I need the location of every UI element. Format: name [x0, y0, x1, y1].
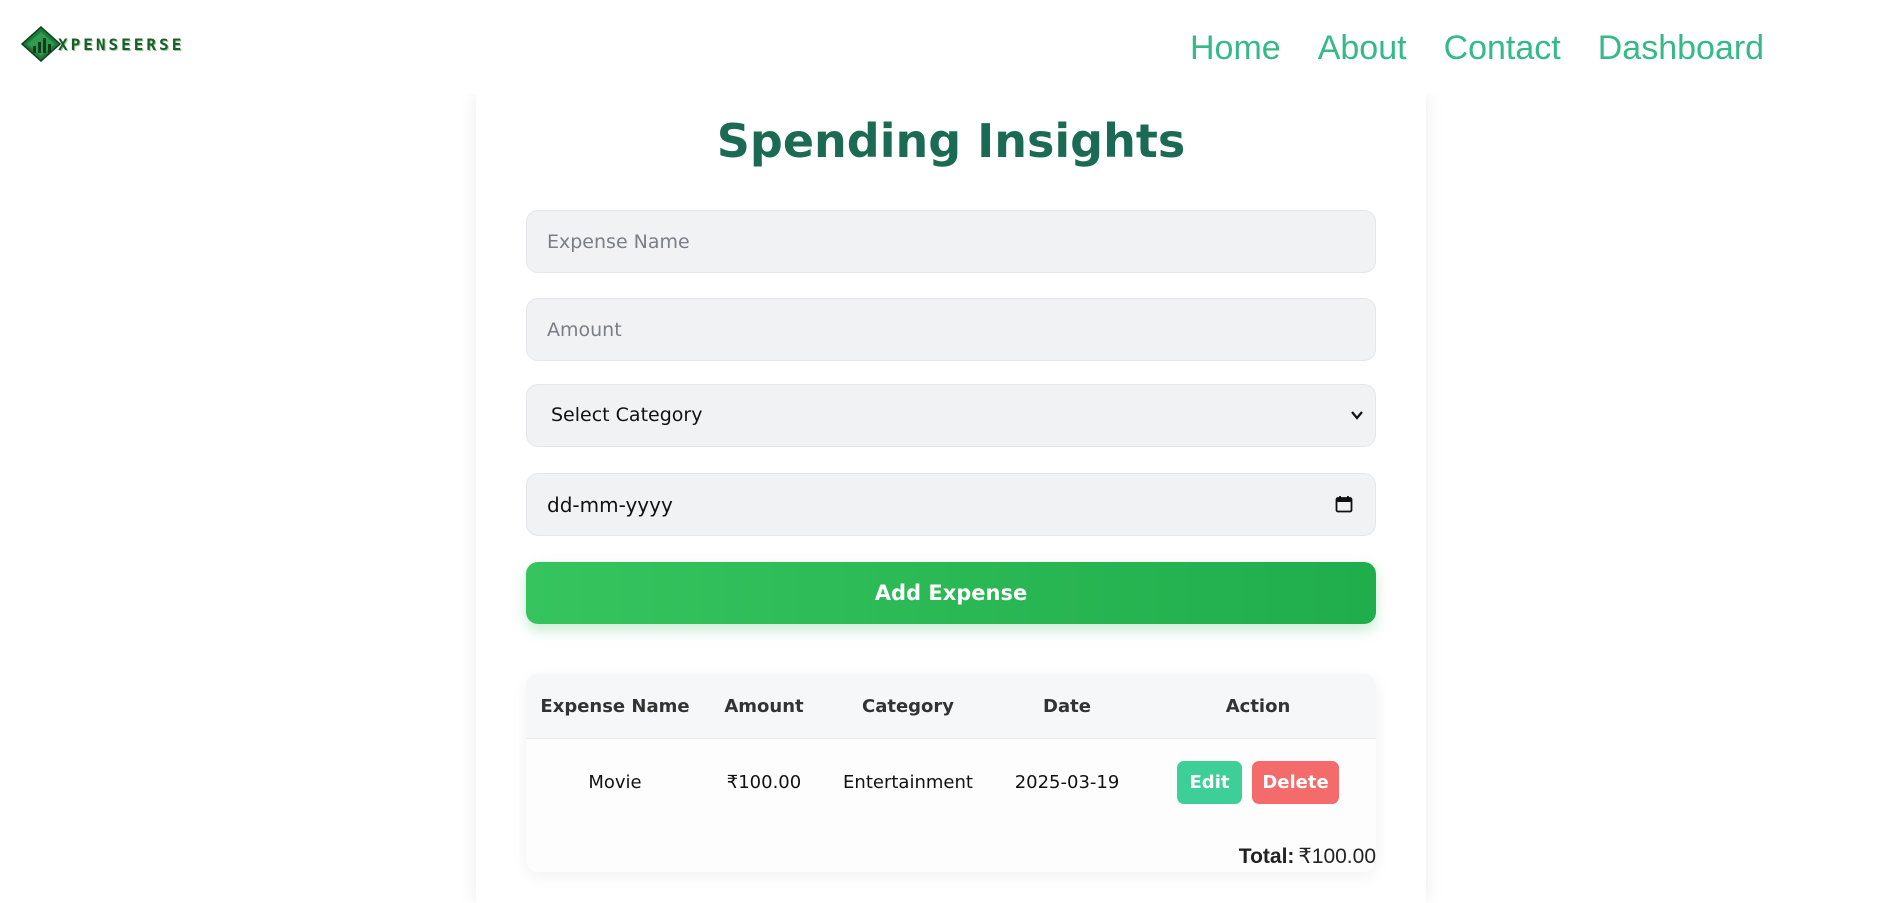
date-input-value: dd-mm-yyyy	[547, 493, 673, 517]
nav-link-contact[interactable]: Contact	[1444, 24, 1561, 72]
nav-link-about[interactable]: About	[1318, 24, 1407, 72]
row-category: Entertainment	[843, 772, 973, 793]
row-date: 2025-03-19	[1014, 772, 1120, 793]
category-select[interactable]: Select Category	[526, 384, 1376, 447]
row-amount: ₹100.00	[726, 772, 802, 793]
total-value: ₹100.00	[1298, 845, 1376, 868]
column-header: Action	[1225, 696, 1291, 717]
nav-link-home[interactable]: Home	[1190, 24, 1281, 72]
expense-table: Expense Name Amount Category Date Action…	[526, 674, 1376, 872]
page-title: Spending Insights	[716, 114, 1186, 168]
navbar: XPENSEERSE Home About Contact Dashboard	[0, 0, 1898, 94]
date-input[interactable]: dd-mm-yyyy	[526, 473, 1376, 536]
logo-text: XPENSEERSE	[58, 34, 185, 54]
edit-button[interactable]: Edit	[1177, 761, 1242, 804]
logo-icon	[20, 26, 62, 62]
total: Total: ₹100.00	[1239, 844, 1376, 869]
category-select-value: Select Category	[551, 404, 703, 426]
column-header: Amount	[724, 696, 804, 717]
delete-button[interactable]: Delete	[1252, 761, 1339, 804]
expense-name-input[interactable]	[526, 210, 1376, 273]
chevron-down-icon	[1351, 411, 1363, 420]
amount-input[interactable]	[526, 298, 1376, 361]
row-expense-name: Movie	[588, 772, 642, 793]
nav-link-dashboard[interactable]: Dashboard	[1598, 24, 1764, 72]
column-header: Date	[1043, 696, 1091, 717]
add-expense-button[interactable]: Add Expense	[526, 562, 1376, 624]
nav-links: Home About Contact Dashboard	[1190, 24, 1801, 72]
calendar-icon[interactable]	[1335, 495, 1353, 513]
table-header: Expense Name Amount Category Date Action	[526, 674, 1376, 739]
logo[interactable]: XPENSEERSE	[20, 26, 184, 62]
column-header: Expense Name	[540, 696, 690, 717]
column-header: Category	[861, 696, 955, 717]
expense-card: Spending Insights Select Category dd-mm-…	[476, 94, 1426, 903]
total-label: Total:	[1238, 845, 1295, 868]
